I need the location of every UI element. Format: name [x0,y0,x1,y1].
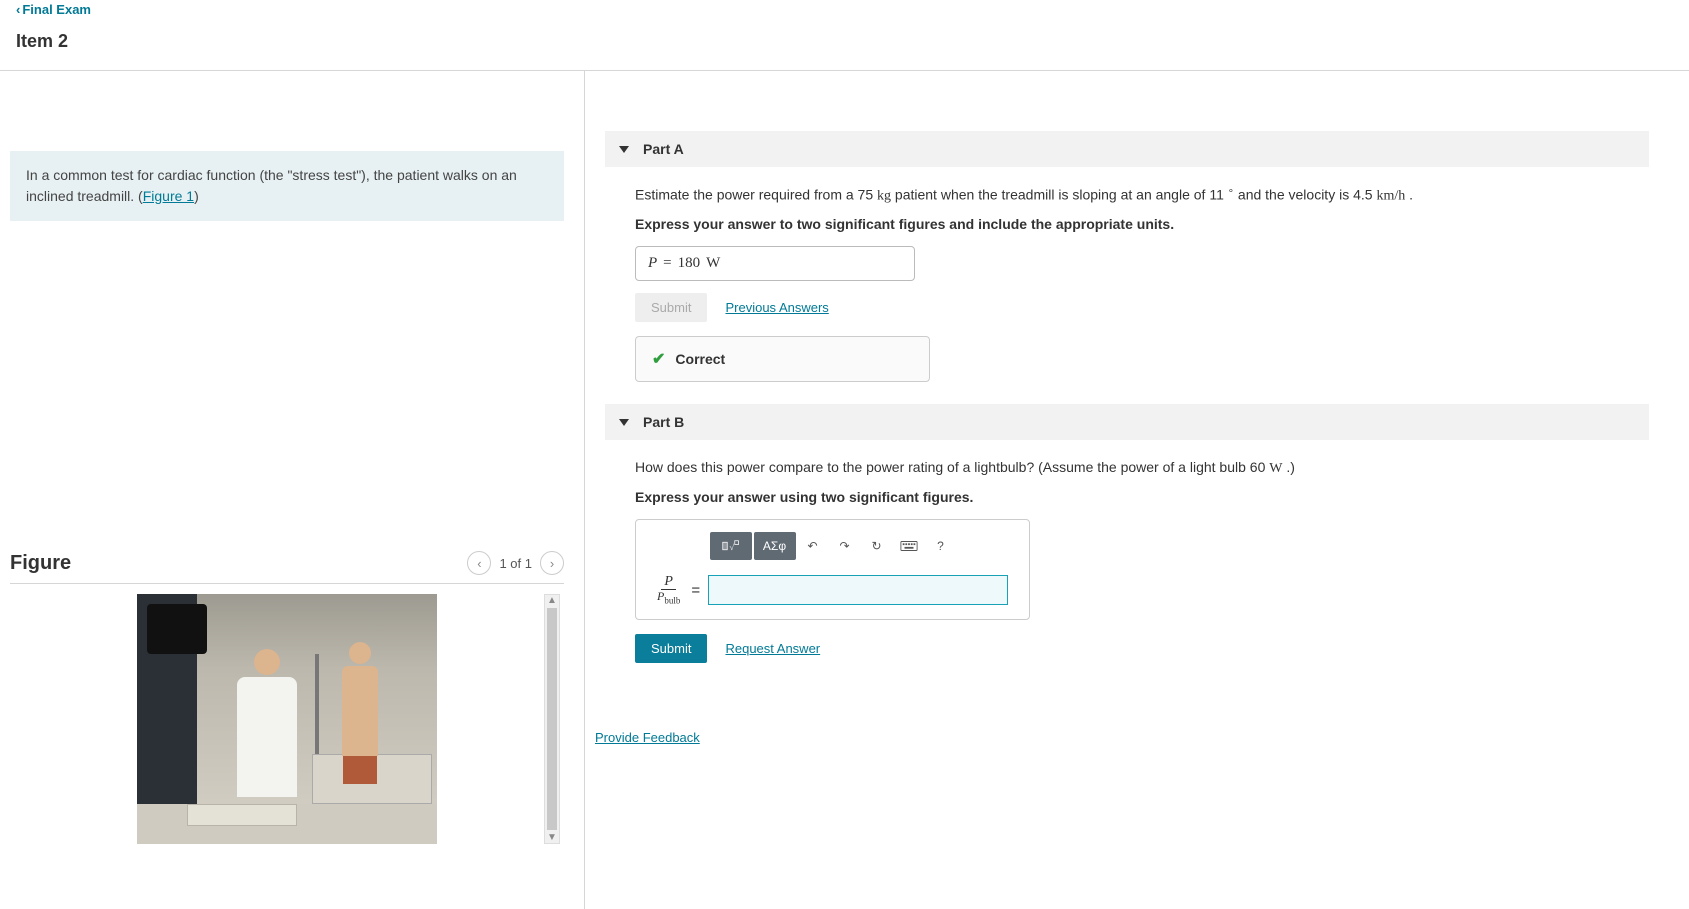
redo-button[interactable]: ↷ [830,532,860,560]
part-a-header[interactable]: Part A [605,131,1649,167]
page-title: Item 2 [16,23,1673,70]
part-a-instructions: Express your answer to two significant f… [635,216,1649,232]
answer-input-widget: √ ΑΣφ ↶ ↷ ↻ ? P Pbulb = [635,519,1030,620]
figure-link[interactable]: Figure 1 [143,188,194,204]
problem-text-prefix: In a common test for cardiac function (t… [26,167,517,204]
correct-feedback: ✔ Correct [635,336,930,382]
previous-answers-link[interactable]: Previous Answers [725,300,828,315]
answer-value: 180 [678,255,701,272]
svg-text:√: √ [729,543,734,552]
help-button[interactable]: ? [926,532,956,560]
fraction-label: P Pbulb [654,574,683,607]
equation-toolbar: √ ΑΣφ ↶ ↷ ↻ ? [648,532,1017,560]
left-pane: In a common test for cardiac function (t… [0,71,585,909]
breadcrumb-label: Final Exam [22,2,91,17]
part-b-answer-input[interactable] [708,575,1008,605]
problem-statement: In a common test for cardiac function (t… [10,151,564,221]
figure-prev-button[interactable]: ‹ [467,551,491,575]
answer-variable: P [648,255,657,272]
greek-button[interactable]: ΑΣφ [754,532,796,560]
provide-feedback-link[interactable]: Provide Feedback [595,730,700,745]
figure-image [137,594,437,844]
scroll-up-icon[interactable]: ▲ [547,595,557,606]
part-a-submit-button: Submit [635,293,707,322]
figure-title: Figure [10,552,71,575]
breadcrumb[interactable]: ‹Final Exam [16,0,1673,23]
chevron-left-icon: ‹ [16,2,20,17]
right-pane: Part A Estimate the power required from … [585,71,1689,909]
request-answer-link[interactable]: Request Answer [725,641,820,656]
check-icon: ✔ [652,349,665,369]
correct-label: Correct [675,351,725,367]
collapse-icon [619,419,629,426]
scroll-thumb[interactable] [547,608,557,830]
undo-button[interactable]: ↶ [798,532,828,560]
scroll-down-icon[interactable]: ▼ [547,832,557,843]
equals-sign: = [691,582,700,599]
part-a-title: Part A [643,141,684,157]
part-b-question: How does this power compare to the power… [635,458,1649,479]
problem-text-suffix: ) [194,188,199,204]
figure-next-button[interactable]: › [540,551,564,575]
figure-pager: 1 of 1 [499,556,532,571]
part-b-title: Part B [643,414,684,430]
collapse-icon [619,146,629,153]
part-b-submit-button[interactable]: Submit [635,634,707,663]
part-b-header[interactable]: Part B [605,404,1649,440]
part-a-answer: P = 180 W [635,246,915,281]
part-a-question: Estimate the power required from a 75 kg… [635,185,1649,206]
keyboard-button[interactable] [894,532,924,560]
part-b-instructions: Express your answer using two significan… [635,489,1649,505]
figure-scrollbar[interactable]: ▲ ▼ [544,594,560,844]
part-a-body: Estimate the power required from a 75 kg… [605,185,1649,404]
answer-equals: = [663,255,671,272]
templates-button[interactable]: √ [710,532,752,560]
answer-unit: W [706,255,720,272]
part-b-body: How does this power compare to the power… [605,458,1649,698]
reset-button[interactable]: ↻ [862,532,892,560]
